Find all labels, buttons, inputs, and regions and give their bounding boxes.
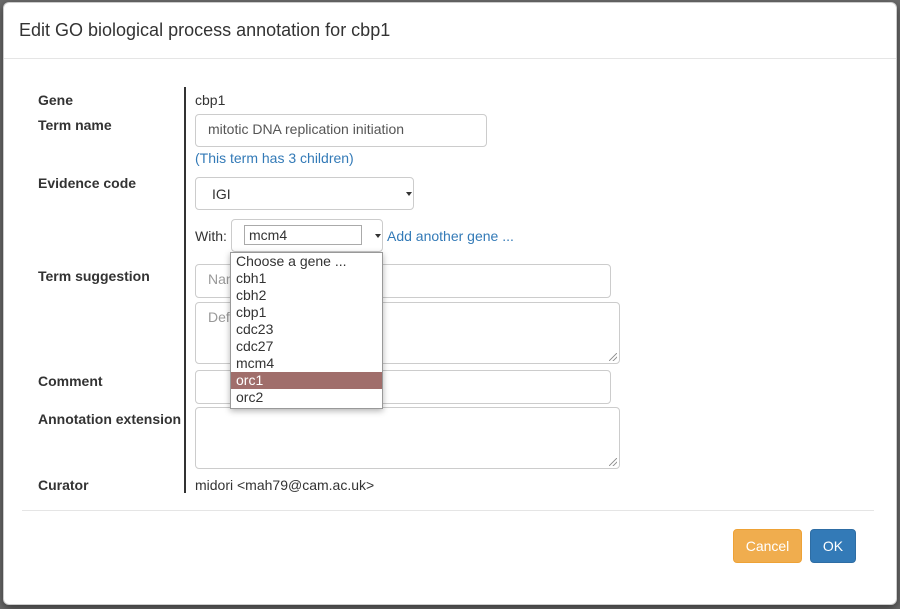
dropdown-option[interactable]: Choose a gene ... (231, 253, 382, 270)
footer-divider (22, 510, 874, 511)
add-another-gene-link[interactable]: Add another gene ... (387, 228, 514, 244)
term-suggestion-label: Term suggestion (38, 268, 150, 284)
curator-value: midori <mah79@cam.ac.uk> (195, 477, 375, 493)
annotation-extension-textarea[interactable] (195, 407, 620, 469)
with-label: With: (195, 228, 227, 244)
term-name-input[interactable]: mitotic DNA replication initiation (195, 114, 487, 147)
annotation-extension-label: Annotation extension (38, 411, 182, 427)
evidence-code-select[interactable]: IGI (195, 177, 414, 210)
cancel-button[interactable]: Cancel (733, 529, 802, 563)
curator-label: Curator (38, 477, 89, 493)
dropdown-option[interactable]: cbh2 (231, 287, 382, 304)
dropdown-option[interactable]: cbh1 (231, 270, 382, 287)
term-name-label: Term name (38, 117, 112, 133)
dropdown-option[interactable]: mcm4 (231, 355, 382, 372)
resize-grip-icon[interactable] (609, 353, 617, 361)
with-gene-dropdown-list: Choose a gene ... cbh1 cbh2 cbp1 cdc23 c… (230, 252, 383, 409)
dropdown-option[interactable]: cdc27 (231, 338, 382, 355)
dropdown-option[interactable]: cbp1 (231, 304, 382, 321)
gene-value: cbp1 (195, 92, 226, 108)
evidence-code-label: Evidence code (38, 175, 137, 191)
term-children-link[interactable]: (This term has 3 children) (195, 150, 354, 166)
dialog-title: Edit GO biological process annotation fo… (19, 20, 391, 40)
column-divider (184, 87, 186, 493)
with-gene-select[interactable]: mcm4 (231, 219, 383, 252)
chevron-down-icon (375, 234, 381, 238)
dropdown-option[interactable]: cdc23 (231, 321, 382, 338)
dropdown-option-highlighted[interactable]: orc1 (231, 372, 382, 389)
with-gene-search-input[interactable]: mcm4 (244, 225, 362, 245)
dialog-header: Edit GO biological process annotation fo… (4, 3, 896, 59)
ok-button[interactable]: OK (810, 529, 856, 563)
chevron-down-icon (406, 192, 412, 196)
resize-grip-icon[interactable] (609, 458, 617, 466)
evidence-code-value: IGI (212, 186, 231, 202)
dropdown-option[interactable]: orc2 (231, 389, 382, 406)
comment-label: Comment (38, 373, 103, 389)
gene-label: Gene (38, 92, 74, 108)
